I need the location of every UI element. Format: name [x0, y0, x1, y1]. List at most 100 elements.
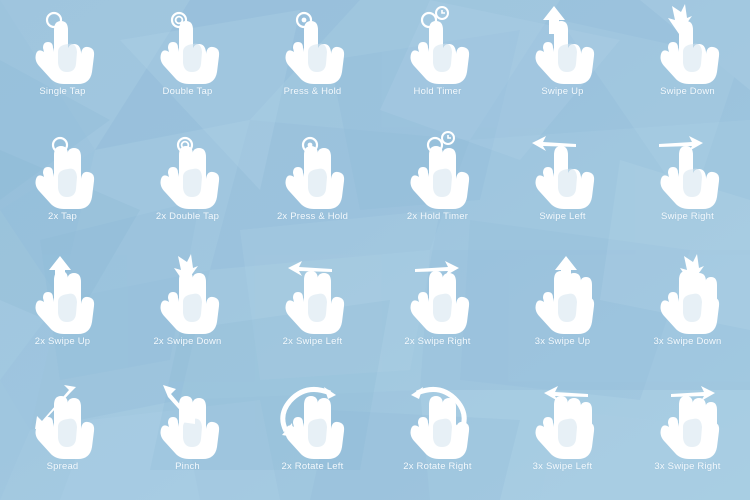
- hand-one-finger-swipe-down-icon: [645, 4, 731, 84]
- gesture-label: Spread: [46, 461, 79, 472]
- hand-one-finger-swipe-left-icon: [520, 129, 606, 209]
- hand-two-finger-hold-timer-icon: [395, 129, 481, 209]
- hand-illustration: [160, 254, 219, 334]
- hand-illustration: [410, 6, 469, 84]
- gesture-label: Swipe Right: [661, 211, 714, 222]
- hand-two-finger-press-hold-icon: [270, 129, 356, 209]
- hand-one-finger-swipe-up-icon: [520, 4, 606, 84]
- gesture-label: 2x Rotate Left: [281, 461, 344, 472]
- gesture-cell[interactable]: 2x Hold Timer: [375, 125, 500, 250]
- gesture-cell[interactable]: 2x Rotate Left: [250, 375, 375, 500]
- gesture-label: 2x Press & Hold: [276, 211, 349, 222]
- gesture-cell[interactable]: 2x Swipe Up: [0, 250, 125, 375]
- gesture-cell[interactable]: Hold Timer: [375, 0, 500, 125]
- hand-two-finger-swipe-down-icon: [145, 254, 231, 334]
- hand-illustration: [410, 131, 469, 209]
- gesture-cell[interactable]: 3x Swipe Left: [500, 375, 625, 500]
- gesture-marker: [45, 11, 62, 29]
- gesture-cell[interactable]: Single Tap: [0, 0, 125, 125]
- gesture-cell[interactable]: Swipe Up: [500, 0, 625, 125]
- hand-spread-icon: [20, 379, 106, 459]
- gesture-cell[interactable]: 2x Swipe Left: [250, 250, 375, 375]
- hand-illustration: [660, 4, 719, 84]
- gesture-marker: [670, 386, 715, 401]
- gesture-label: 2x Swipe Right: [404, 336, 471, 347]
- hand-illustration: [285, 136, 344, 209]
- gesture-label: 3x Swipe Down: [653, 336, 722, 347]
- gesture-label: Swipe Down: [660, 86, 715, 97]
- hand-illustration: [660, 386, 719, 459]
- hand-illustration: [34, 385, 94, 459]
- gesture-label: 2x Double Tap: [155, 211, 220, 222]
- hand-three-finger-swipe-up-icon: [520, 254, 606, 334]
- gesture-cell[interactable]: 2x Tap: [0, 125, 125, 250]
- hand-one-finger-swipe-right-icon: [645, 129, 731, 209]
- hand-pinch-icon: [145, 379, 231, 459]
- gesture-cell[interactable]: 3x Swipe Up: [500, 250, 625, 375]
- hand-two-finger-swipe-up-icon: [20, 254, 106, 334]
- gesture-label: Swipe Up: [541, 86, 584, 97]
- gesture-label: 2x Hold Timer: [406, 211, 469, 222]
- gesture-cell[interactable]: 3x Swipe Right: [625, 375, 750, 500]
- gesture-label: 2x Rotate Right: [403, 461, 472, 472]
- gesture-cell[interactable]: Swipe Right: [625, 125, 750, 250]
- gesture-label: Press & Hold: [283, 86, 342, 97]
- hand-three-finger-swipe-right-icon: [645, 379, 731, 459]
- gesture-cell[interactable]: Swipe Left: [500, 125, 625, 250]
- hand-illustration: [279, 386, 344, 459]
- gesture-cell[interactable]: Swipe Down: [625, 0, 750, 125]
- gesture-marker: [170, 11, 187, 29]
- hand-one-finger-hold-timer-icon: [395, 4, 481, 84]
- hand-three-finger-swipe-left-icon: [520, 379, 606, 459]
- gesture-marker: [295, 11, 312, 29]
- hand-illustration: [535, 6, 594, 84]
- hand-illustration: [658, 136, 719, 209]
- hand-illustration: [410, 386, 469, 459]
- gesture-label: 3x Swipe Left: [532, 461, 593, 472]
- hand-illustration: [160, 385, 219, 459]
- gesture-label: 3x Swipe Right: [654, 461, 721, 472]
- gesture-label: 3x Swipe Up: [534, 336, 591, 347]
- gesture-label: Pinch: [175, 461, 200, 472]
- gesture-cell[interactable]: Press & Hold: [250, 0, 375, 125]
- hand-two-finger-rotate-left-icon: [270, 379, 356, 459]
- hand-illustration: [285, 261, 344, 334]
- hand-two-finger-swipe-left-icon: [270, 254, 356, 334]
- hand-three-finger-swipe-down-icon: [645, 254, 731, 334]
- hand-one-finger-tap-icon: [20, 4, 106, 84]
- hand-illustration: [35, 11, 94, 84]
- gesture-cell[interactable]: 2x Double Tap: [125, 125, 250, 250]
- hand-two-finger-rotate-right-icon: [395, 379, 481, 459]
- gesture-cell[interactable]: 2x Swipe Right: [375, 250, 500, 375]
- gesture-cell[interactable]: Spread: [0, 375, 125, 500]
- hand-illustration: [160, 11, 219, 84]
- gesture-label: Single Tap: [39, 86, 86, 97]
- gesture-label: 2x Tap: [47, 211, 78, 222]
- gesture-label: 2x Swipe Down: [153, 336, 222, 347]
- hand-one-finger-press-hold-icon: [270, 4, 356, 84]
- gesture-label: 2x Swipe Left: [282, 336, 343, 347]
- gesture-label: Hold Timer: [413, 86, 462, 97]
- gesture-cell[interactable]: 2x Press & Hold: [250, 125, 375, 250]
- gesture-label: Swipe Left: [539, 211, 586, 222]
- hand-one-finger-double-tap-icon: [145, 4, 231, 84]
- hand-illustration: [535, 386, 594, 459]
- hand-illustration: [285, 11, 344, 84]
- hand-two-finger-double-tap-icon: [145, 129, 231, 209]
- gesture-label: 2x Swipe Up: [34, 336, 91, 347]
- hand-two-finger-swipe-right-icon: [395, 254, 481, 334]
- gesture-cell[interactable]: Double Tap: [125, 0, 250, 125]
- hand-illustration: [535, 256, 594, 334]
- gesture-cell[interactable]: 3x Swipe Down: [625, 250, 750, 375]
- hand-illustration: [35, 136, 94, 209]
- hand-illustration: [660, 254, 719, 334]
- gesture-marker: [531, 136, 576, 151]
- gesture-cell[interactable]: 2x Swipe Down: [125, 250, 250, 375]
- gesture-grid: Single Tap Double Tap Press & Hold Hold Tim…: [0, 0, 750, 500]
- hand-illustration: [35, 256, 94, 334]
- hand-illustration: [160, 136, 219, 209]
- gesture-cell[interactable]: Pinch: [125, 375, 250, 500]
- gesture-marker: [420, 6, 449, 29]
- gesture-label: Double Tap: [162, 86, 213, 97]
- gesture-cell[interactable]: 2x Rotate Right: [375, 375, 500, 500]
